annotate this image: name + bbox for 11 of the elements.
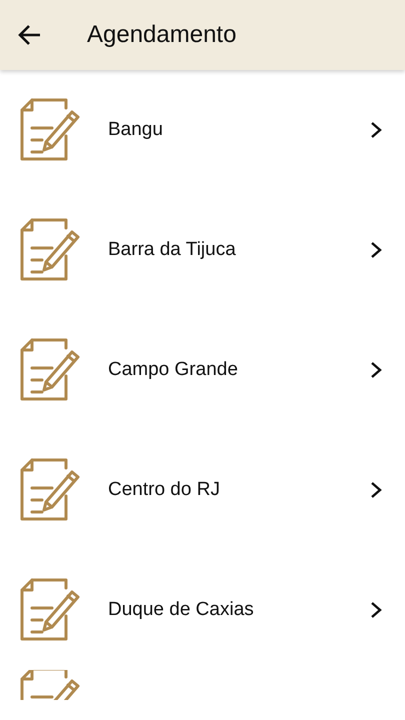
chevron-right-icon — [369, 601, 383, 619]
chevron-right-icon — [369, 361, 383, 379]
document-pencil-icon — [20, 98, 82, 162]
chevron-right-icon — [369, 481, 383, 499]
document-pencil-icon — [20, 218, 82, 282]
chevron-right-icon — [369, 121, 383, 139]
chevron-right-icon — [369, 241, 383, 259]
document-pencil-icon — [20, 338, 82, 402]
document-pencil-icon — [20, 578, 82, 642]
document-pencil-icon — [20, 458, 82, 522]
screen-title: Agendamento — [87, 20, 236, 50]
